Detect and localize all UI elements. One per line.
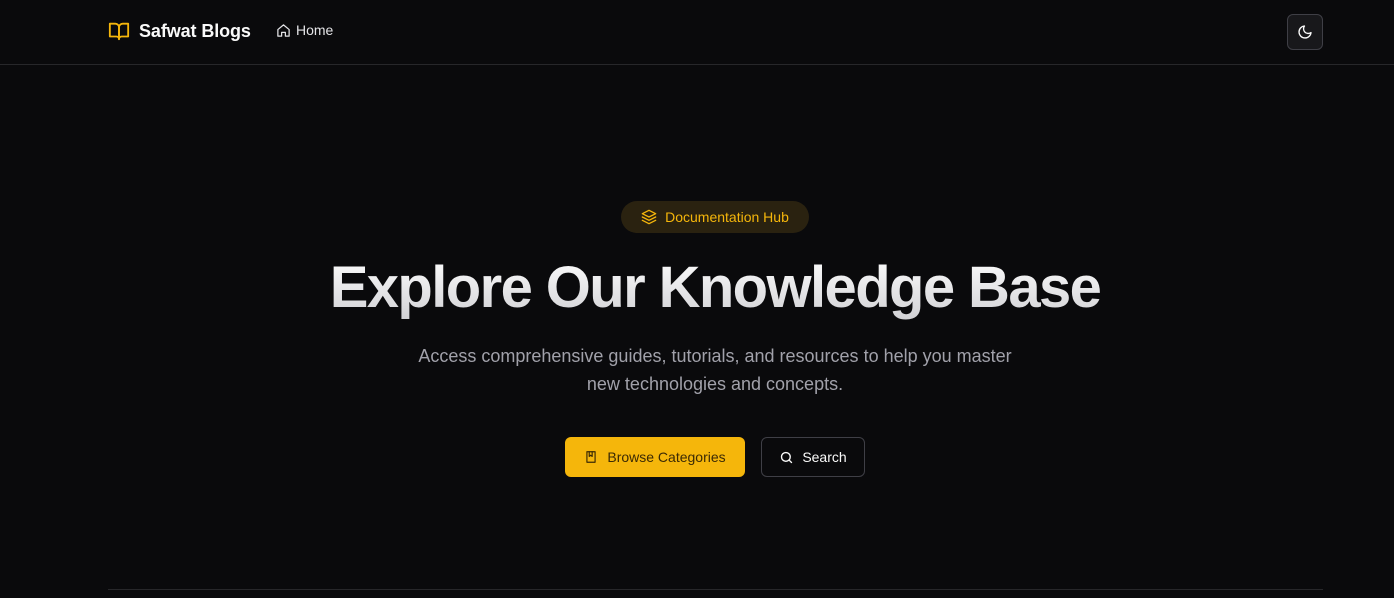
hero-section: Documentation Hub Explore Our Knowledge … [0, 65, 1394, 589]
badge-label: Documentation Hub [665, 209, 789, 225]
theme-toggle-button[interactable] [1287, 14, 1323, 50]
hero-subtitle-line-1: Access comprehensive guides, tutorials, … [418, 346, 1012, 366]
hero-subtitle-line-2: new technologies and concepts. [586, 374, 844, 394]
layers-icon [641, 209, 657, 225]
book-open-icon [108, 20, 130, 42]
hero-title: Explore Our Knowledge Base [0, 253, 1394, 323]
hero-subtitle: Access comprehensive guides, tutorials, … [385, 342, 1045, 398]
search-label: Search [802, 449, 847, 465]
section-divider [108, 589, 1323, 590]
browse-categories-label: Browse Categories [607, 449, 726, 465]
moon-icon [1297, 24, 1313, 40]
nav-link-label: Home [296, 22, 334, 38]
top-navbar: Safwat Blogs Home [0, 0, 1394, 65]
documentation-hub-badge: Documentation Hub [621, 201, 809, 233]
nav-link-home[interactable]: Home [276, 22, 333, 38]
book-icon [584, 450, 598, 464]
home-icon [276, 23, 291, 38]
brand-link[interactable]: Safwat Blogs [108, 20, 251, 42]
brand-name: Safwat Blogs [139, 20, 251, 41]
search-icon [779, 450, 794, 465]
search-button[interactable]: Search [761, 437, 865, 477]
browse-categories-button[interactable]: Browse Categories [565, 437, 745, 477]
